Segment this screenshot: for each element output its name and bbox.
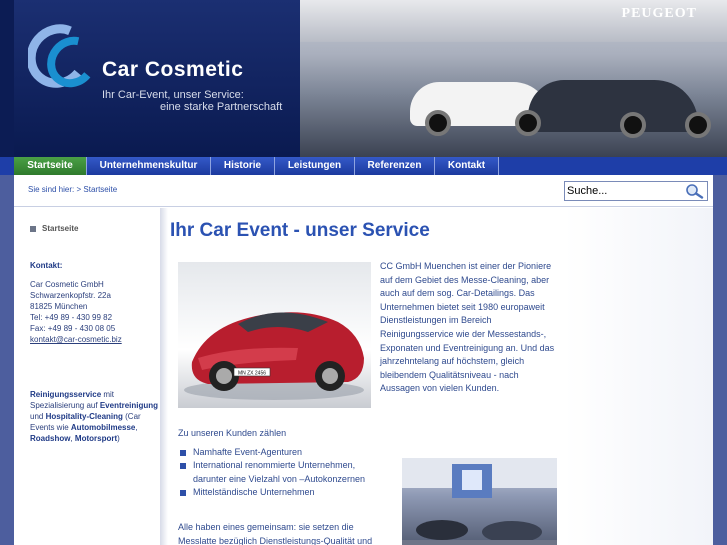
contact-heading: Kontakt: xyxy=(30,261,63,270)
wheel-icon xyxy=(515,110,541,136)
main-nav: Startseite Unternehmenskultur Historie L… xyxy=(0,157,727,175)
nav-item-referenzen[interactable]: Referenzen xyxy=(355,157,435,175)
customers-list: Namhafte Event-Agenturen International r… xyxy=(178,446,388,500)
frame-left xyxy=(0,175,14,545)
square-bullet-icon xyxy=(180,490,186,497)
license-plate: MN ZX 2456 xyxy=(238,371,266,377)
breadcrumb-separator: > xyxy=(76,185,82,194)
desc-text: ) xyxy=(117,434,120,443)
contact-city: 81825 München xyxy=(30,302,88,311)
sports-car-illustration: MN ZX 2456 xyxy=(184,312,364,400)
sidebar-item-startseite[interactable]: Startseite xyxy=(30,224,78,233)
desc-bold: Eventreinigung xyxy=(99,401,159,410)
wheel-icon xyxy=(685,112,711,138)
desc-bold: Reinigungsservice xyxy=(30,390,102,399)
photo-brand-sign: PEUGEOT xyxy=(621,6,697,21)
logo-title[interactable]: Car Cosmetic xyxy=(102,58,243,82)
desc-bold: Roadshow xyxy=(30,434,71,443)
list-item: Namhafte Event-Agenturen xyxy=(178,446,388,459)
search-input[interactable] xyxy=(567,184,679,198)
desc-text: , xyxy=(135,423,138,432)
sidebar: Startseite Kontakt: Car Cosmetic GmbH Sc… xyxy=(14,208,162,545)
nav-item-kontakt[interactable]: Kontakt xyxy=(435,157,499,175)
header-banner-photo: PEUGEOT xyxy=(300,0,727,157)
contact-fax: Fax: +49 89 - 430 08 05 xyxy=(30,324,116,333)
contact-company: Car Cosmetic GmbH xyxy=(30,280,104,289)
frame-right xyxy=(713,175,727,545)
site-header: PEUGEOT Car Cosmetic Ihr Car-Event, unse… xyxy=(0,0,727,157)
square-bullet-icon xyxy=(180,450,186,456)
desc-bold: Motorsport xyxy=(74,434,118,443)
tagline-line-1: Ihr Car-Event, unser Service: xyxy=(102,89,244,101)
cc-logo-icon[interactable] xyxy=(28,24,96,88)
contact-block: Car Cosmetic GmbH Schwarzenkopfstr. 22a … xyxy=(30,279,160,345)
service-description: Reinigungsservice mit Spezialisierung au… xyxy=(30,389,160,444)
breadcrumb-current[interactable]: Startseite xyxy=(83,185,117,194)
nav-item-unternehmenskultur[interactable]: Unternehmenskultur xyxy=(87,157,211,175)
contact-phone: Tel: +49 89 - 430 99 82 xyxy=(30,313,113,322)
desc-text: und xyxy=(30,412,46,421)
hall-illustration xyxy=(402,458,557,545)
red-sports-car-photo: MN ZX 2456 xyxy=(178,262,371,408)
contact-street: Schwarzenkopfstr. 22a xyxy=(30,291,111,300)
wheel-icon xyxy=(425,110,451,136)
intro-paragraph: CC GmbH Muenchen ist einer der Pioniere … xyxy=(380,261,555,394)
square-bullet-icon xyxy=(30,225,36,232)
nav-item-historie[interactable]: Historie xyxy=(211,157,275,175)
tagline-line-2: eine starke Partnerschaft xyxy=(160,101,283,113)
customers-heading: Zu unseren Kunden zählen xyxy=(178,428,287,438)
list-item: Mittelständische Unternehmen xyxy=(178,486,388,499)
desc-bold: Automobilmesse xyxy=(70,423,136,432)
page-title: Ihr Car Event - unser Service xyxy=(170,220,430,241)
list-item-text: Namhafte Event-Agenturen xyxy=(193,447,303,457)
breadcrumb: Sie sind hier: > Startseite xyxy=(28,185,117,194)
search-icon[interactable] xyxy=(683,183,705,199)
breadcrumb-prefix: Sie sind hier: xyxy=(28,185,75,194)
content-shadow xyxy=(160,208,168,545)
contact-email-link[interactable]: kontakt@car-cosmetic.biz xyxy=(30,334,160,345)
search-box xyxy=(564,181,708,201)
wheel-icon xyxy=(620,112,646,138)
outro-paragraph: Alle haben eines gemeinsam: sie setzen d… xyxy=(178,522,373,545)
sidebar-item-label: Startseite xyxy=(42,224,79,233)
square-bullet-icon xyxy=(180,463,186,470)
exhibition-hall-photo xyxy=(402,458,557,545)
list-item: International renommierte Unternehmen, d… xyxy=(178,459,388,486)
nav-item-startseite[interactable]: Startseite xyxy=(14,157,87,175)
list-item-text: International renommierte Unternehmen, d… xyxy=(193,460,365,484)
main-content: Ihr Car Event - unser Service MN ZX 2456… xyxy=(168,208,564,545)
breadcrumb-bar: Sie sind hier: > Startseite xyxy=(14,175,713,207)
dark-coupe-car xyxy=(528,80,698,132)
nav-item-leistungen[interactable]: Leistungen xyxy=(275,157,355,175)
right-column xyxy=(564,208,713,545)
list-item-text: Mittelständische Unternehmen xyxy=(193,487,315,498)
desc-bold: Hospitality-Cleaning xyxy=(45,412,123,421)
